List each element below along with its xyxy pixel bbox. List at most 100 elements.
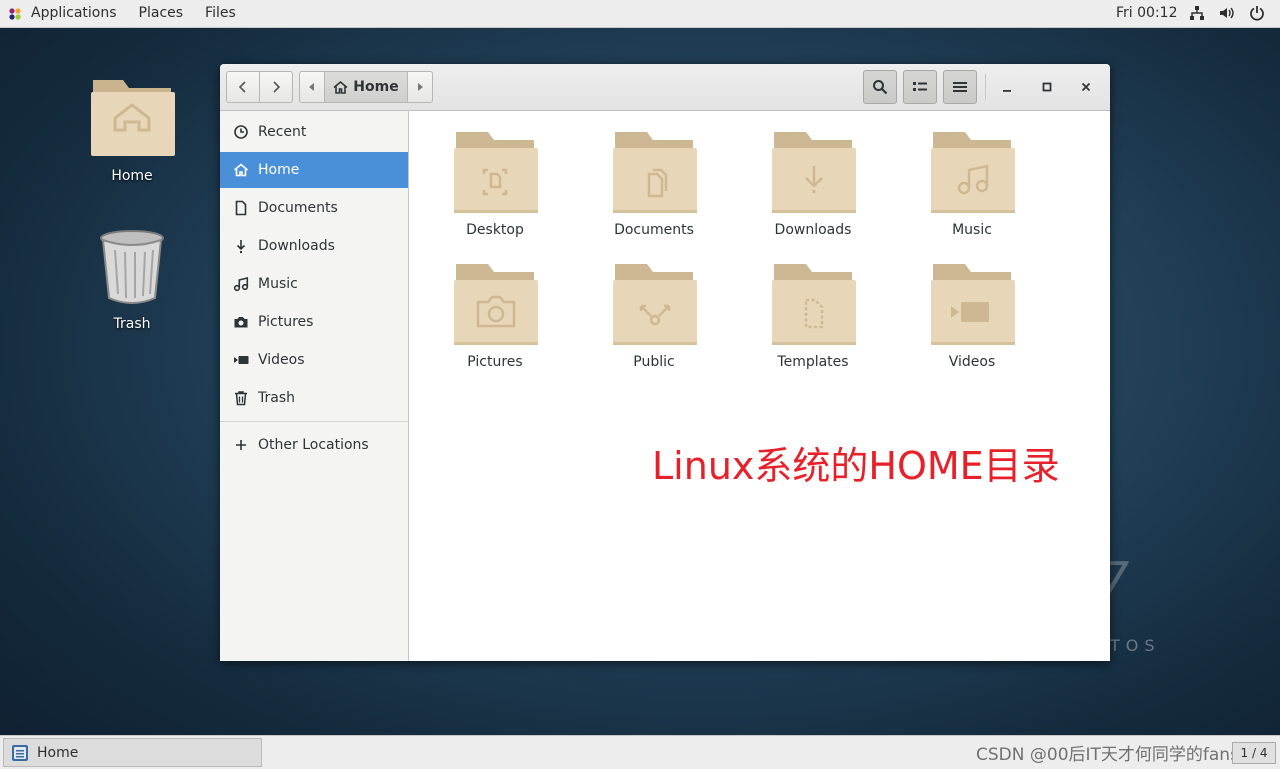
volume-icon xyxy=(1218,4,1236,22)
taskbar-item-label: Home xyxy=(37,744,79,761)
apps-icon xyxy=(9,7,21,20)
folder-label: Desktop xyxy=(466,222,524,238)
sidebar-item-label: Recent xyxy=(258,124,307,140)
hamburger-icon xyxy=(953,82,967,92)
menu-button[interactable] xyxy=(943,70,977,104)
applications-menu[interactable]: Applications xyxy=(0,0,128,27)
camera-icon xyxy=(234,317,248,328)
home-folder-icon xyxy=(91,80,175,156)
folder-item-downloads[interactable]: Downloads xyxy=(753,130,873,238)
templates-folder-icon xyxy=(772,264,856,345)
folder-item-public[interactable]: Public xyxy=(594,262,714,370)
downloads-folder-icon xyxy=(772,132,856,213)
view-toggle-button[interactable] xyxy=(903,70,937,104)
folder-label: Downloads xyxy=(774,222,852,238)
folder-label: Public xyxy=(633,354,675,370)
sidebar-item-label: Music xyxy=(258,276,298,292)
folder-label: Pictures xyxy=(467,354,523,370)
sidebar-item-downloads[interactable]: Downloads xyxy=(220,228,408,264)
music-icon xyxy=(233,276,249,292)
files-menu[interactable]: Files xyxy=(194,0,247,27)
header-bar: Home xyxy=(220,64,1110,111)
desktop-trash-label: Trash xyxy=(113,316,151,332)
power-icon xyxy=(1248,4,1266,22)
sidebar-separator xyxy=(220,421,408,422)
documents-folder-icon xyxy=(613,132,697,213)
desktop-folder-icon xyxy=(454,132,538,213)
csdn-watermark: CSDN @00后IT天才何同学的fans xyxy=(976,745,1239,765)
sidebar-item-trash[interactable]: Trash xyxy=(220,380,408,416)
file-view[interactable]: Desktop Documents Downloads Music Pictur… xyxy=(409,111,1110,661)
header-separator xyxy=(985,74,986,100)
annotation-text: Linux系统的HOME目录 xyxy=(652,444,1060,488)
top-panel: Applications Places Files Fri 00:12 xyxy=(0,0,1280,28)
folder-label: Templates xyxy=(777,354,849,370)
network-icon xyxy=(1188,4,1206,22)
folder-label: Music xyxy=(952,222,992,238)
sidebar-item-label: Videos xyxy=(258,352,305,368)
folder-item-templates[interactable]: Templates xyxy=(753,262,873,370)
chevron-left-icon xyxy=(238,81,246,93)
path-home-button[interactable]: Home xyxy=(324,71,408,103)
sidebar-item-home[interactable]: Home xyxy=(220,152,408,188)
sidebar-item-documents[interactable]: Documents xyxy=(220,190,408,226)
back-button[interactable] xyxy=(226,71,260,103)
pictures-folder-icon xyxy=(454,264,538,345)
minimize-button[interactable] xyxy=(998,78,1016,96)
document-icon xyxy=(235,200,247,216)
path-scroll-left-button[interactable] xyxy=(299,71,325,103)
minimize-icon xyxy=(1003,90,1011,92)
maximize-button[interactable] xyxy=(1038,78,1056,96)
file-manager-window: Home Recent Home Documents Downloads Mus… xyxy=(220,64,1110,661)
search-icon xyxy=(873,80,888,95)
sidebar-item-label: Trash xyxy=(258,390,295,406)
clock-icon xyxy=(234,125,248,139)
folder-item-videos[interactable]: Videos xyxy=(912,262,1032,370)
videos-folder-icon xyxy=(931,264,1015,345)
plus-icon xyxy=(236,440,246,450)
folder-item-documents[interactable]: Documents xyxy=(594,130,714,238)
sidebar-item-label: Home xyxy=(258,162,300,178)
forward-button[interactable] xyxy=(259,71,293,103)
sidebar-item-label: Other Locations xyxy=(258,437,369,453)
trash-icon xyxy=(235,391,247,406)
sidebar-item-pictures[interactable]: Pictures xyxy=(220,304,408,340)
path-scroll-right-button[interactable] xyxy=(407,71,433,103)
video-icon xyxy=(234,356,249,364)
maximize-icon xyxy=(1042,82,1052,92)
desktop-home-icon[interactable]: Home xyxy=(77,72,187,184)
folder-item-pictures[interactable]: Pictures xyxy=(435,262,555,370)
chevron-right-icon xyxy=(273,81,281,93)
workspace-pager[interactable]: 1 / 4 xyxy=(1232,742,1276,764)
trash-can-icon xyxy=(100,230,164,304)
folder-label: Documents xyxy=(614,222,694,238)
home-icon xyxy=(333,80,348,94)
folder-label: Videos xyxy=(948,354,996,370)
sidebar-item-label: Documents xyxy=(258,200,338,216)
sidebar-item-music[interactable]: Music xyxy=(220,266,408,302)
system-tray[interactable] xyxy=(1188,4,1266,22)
sidebar-item-videos[interactable]: Videos xyxy=(220,342,408,378)
search-button[interactable] xyxy=(863,70,897,104)
close-icon xyxy=(1081,82,1091,92)
triangle-left-icon xyxy=(309,83,314,91)
list-view-icon xyxy=(913,82,927,91)
public-folder-icon xyxy=(613,264,697,345)
centos-wallpaper-text: TOS xyxy=(1110,636,1161,655)
file-manager-icon xyxy=(12,744,28,761)
music-folder-icon xyxy=(931,132,1015,213)
sidebar-item-other-locations[interactable]: Other Locations xyxy=(220,427,408,463)
folder-item-desktop[interactable]: Desktop xyxy=(435,130,555,238)
close-button[interactable] xyxy=(1077,78,1095,96)
download-icon xyxy=(236,240,246,253)
places-menu[interactable]: Places xyxy=(128,0,195,27)
triangle-right-icon xyxy=(418,83,423,91)
desktop-trash-icon[interactable]: Trash xyxy=(77,228,187,332)
path-home-label: Home xyxy=(353,79,399,95)
home-icon xyxy=(233,163,249,177)
clock[interactable]: Fri 00:12 xyxy=(1116,0,1177,27)
applications-label: Applications xyxy=(31,5,117,21)
sidebar-item-recent[interactable]: Recent xyxy=(220,114,408,150)
taskbar-item-home[interactable]: Home xyxy=(3,738,262,767)
folder-item-music[interactable]: Music xyxy=(912,130,1032,238)
